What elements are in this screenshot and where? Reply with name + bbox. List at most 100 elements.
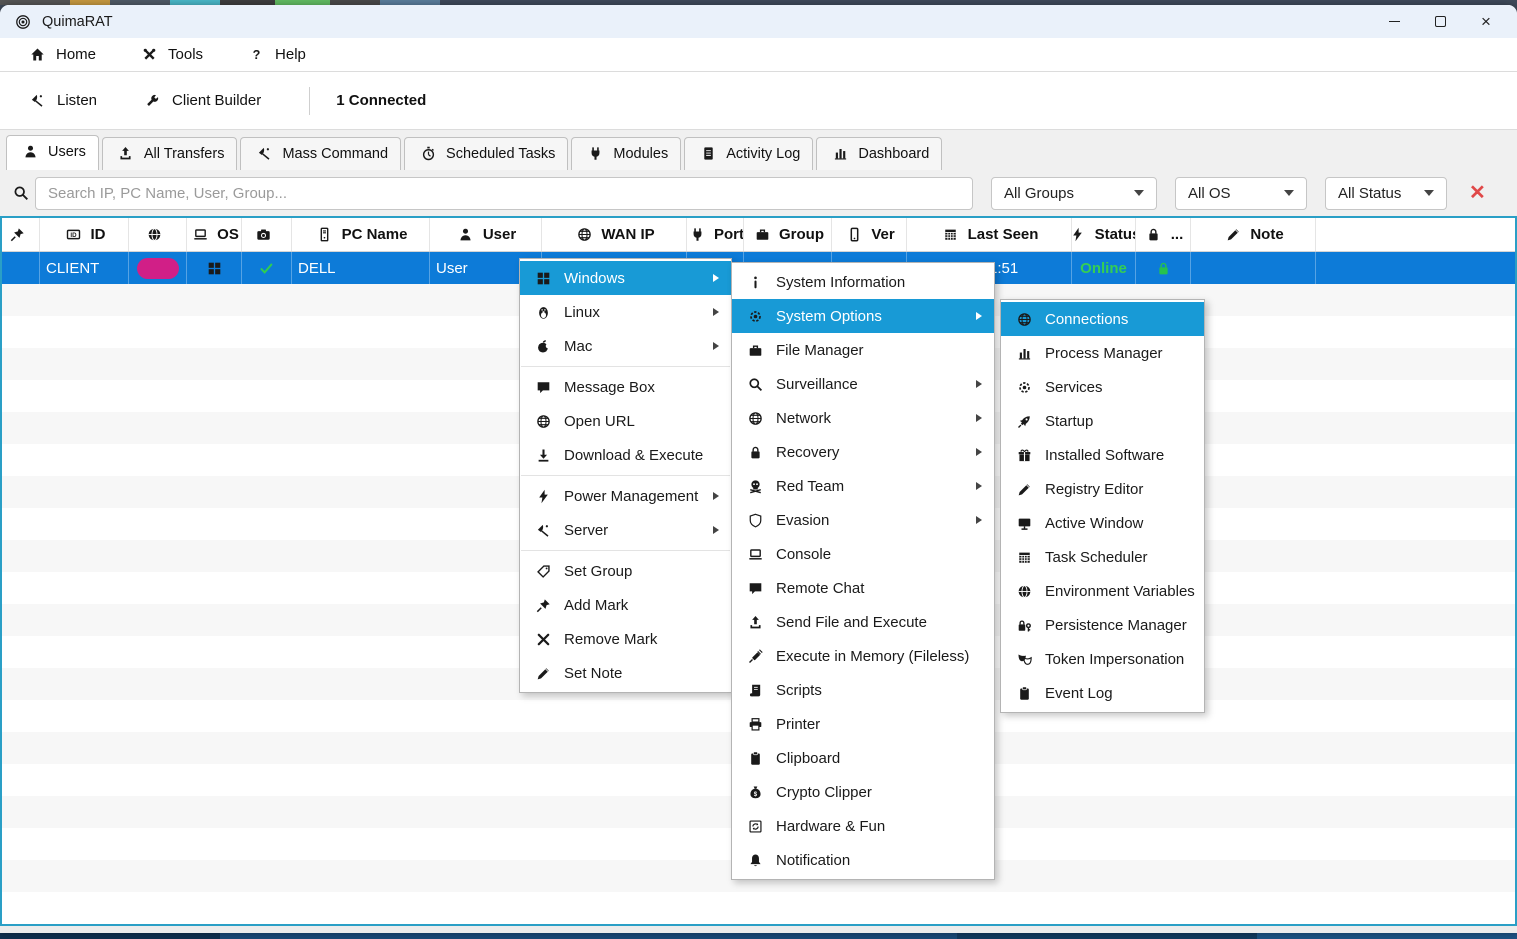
globe-icon — [744, 411, 766, 426]
bars-icon — [829, 146, 851, 161]
tab-mass-command[interactable]: Mass Command — [240, 137, 401, 170]
menu-item-system-options[interactable]: System Options — [732, 299, 994, 333]
clear-filters-button[interactable]: ✕ — [1469, 183, 1486, 203]
menu-item-server[interactable]: Server — [520, 513, 731, 547]
menu-item-linux[interactable]: Linux — [520, 295, 731, 329]
search-input[interactable] — [35, 177, 973, 210]
menu-item-persistence-manager[interactable]: Persistence Manager — [1001, 608, 1204, 642]
menu-item-installed-software[interactable]: Installed Software — [1001, 438, 1204, 472]
menubar-item-home[interactable]: Home — [26, 46, 96, 63]
toolbar-button-client-builder[interactable]: Client Builder — [141, 92, 261, 109]
tab-all-transfers[interactable]: All Transfers — [102, 137, 238, 170]
menu-item-network[interactable]: Network — [732, 401, 994, 435]
menu-item-crypto-clipper[interactable]: $ Crypto Clipper — [732, 775, 994, 809]
menu-item-label: Active Window — [1045, 515, 1143, 532]
column-header-user[interactable]: User — [430, 218, 542, 251]
column-header-label: Group — [779, 226, 824, 243]
close-button[interactable]: × — [1463, 7, 1509, 37]
menu-item-power-management[interactable]: Power Management — [520, 479, 731, 513]
minimize-icon — [1389, 21, 1400, 22]
menu-item-printer[interactable]: Printer — [732, 707, 994, 741]
lock-icon — [1143, 227, 1165, 242]
lock-icon — [1152, 261, 1174, 276]
menu-item-environment-variables[interactable]: Environment Variables — [1001, 574, 1204, 608]
menu-item-set-group[interactable]: Set Group — [520, 554, 731, 588]
menubar-item-help[interactable]: ? Help — [245, 46, 306, 63]
column-header-status[interactable]: Status — [1072, 218, 1136, 251]
tab-modules[interactable]: Modules — [571, 137, 681, 170]
notedoc-icon — [697, 146, 719, 161]
maximize-button[interactable] — [1417, 7, 1463, 37]
column-header-globefill[interactable] — [129, 218, 187, 251]
column-header-pin[interactable] — [2, 218, 40, 251]
chat-icon — [744, 581, 766, 596]
title-bar[interactable]: QuimaRAT × — [0, 5, 1517, 38]
menu-item-file-manager[interactable]: File Manager — [732, 333, 994, 367]
menu-item-task-scheduler[interactable]: Task Scheduler — [1001, 540, 1204, 574]
menu-item-download-execute[interactable]: Download & Execute — [520, 438, 731, 472]
menu-item-set-note[interactable]: Set Note — [520, 656, 731, 690]
column-header-camera[interactable] — [242, 218, 292, 251]
menu-item-add-mark[interactable]: Add Mark — [520, 588, 731, 622]
menubar-item-tools[interactable]: Tools — [138, 46, 203, 63]
column-header-wan-ip[interactable]: WAN IP — [542, 218, 687, 251]
menu-item-recovery[interactable]: Recovery — [732, 435, 994, 469]
status-filter-dropdown[interactable]: All Status — [1325, 177, 1447, 210]
menu-item-process-manager[interactable]: Process Manager — [1001, 336, 1204, 370]
menu-item-services[interactable]: Services — [1001, 370, 1204, 404]
menu-item-windows[interactable]: Windows — [520, 261, 731, 295]
menu-item-console[interactable]: Console — [732, 537, 994, 571]
column-header-os[interactable]: OS — [187, 218, 242, 251]
gear-icon — [1013, 380, 1035, 395]
menu-item-event-log[interactable]: Event Log — [1001, 676, 1204, 710]
menu-item-label: Installed Software — [1045, 447, 1164, 464]
column-header-port[interactable]: Port — [687, 218, 744, 251]
tab-scheduled-tasks[interactable]: Scheduled Tasks — [404, 137, 568, 170]
menu-item-message-box[interactable]: Message Box — [520, 370, 731, 404]
row-filler-cell — [1316, 252, 1515, 284]
menu-item-system-information[interactable]: System Information — [732, 265, 994, 299]
filter-row: All Groups All OS All Status ✕ — [0, 170, 1517, 216]
minimize-button[interactable] — [1371, 7, 1417, 37]
column-header[interactable] — [1316, 218, 1515, 251]
tab-users[interactable]: Users — [6, 135, 99, 170]
menu-item-label: Linux — [564, 304, 600, 321]
menu-item-execute-in-memory-fileless[interactable]: Execute in Memory (Fileless) — [732, 639, 994, 673]
menu-item-surveillance[interactable]: Surveillance — [732, 367, 994, 401]
column-header-last-seen[interactable]: Last Seen — [907, 218, 1072, 251]
menu-item-connections[interactable]: Connections — [1001, 302, 1204, 336]
menu-item-mac[interactable]: Mac — [520, 329, 731, 363]
toolbar-button-listen[interactable]: Listen — [26, 92, 97, 109]
column-header-group[interactable]: Group — [744, 218, 832, 251]
column-header-pc-name[interactable]: PC Name — [292, 218, 430, 251]
menu-item-remote-chat[interactable]: Remote Chat — [732, 571, 994, 605]
tab-dashboard[interactable]: Dashboard — [816, 137, 942, 170]
menu-item-label: File Manager — [776, 342, 864, 359]
column-header-note[interactable]: Note — [1191, 218, 1316, 251]
menu-item-registry-editor[interactable]: Registry Editor — [1001, 472, 1204, 506]
menu-item-remove-mark[interactable]: Remove Mark — [520, 622, 731, 656]
menu-item-open-url[interactable]: Open URL — [520, 404, 731, 438]
row-id-cell: CLIENT — [40, 252, 129, 284]
menu-item-evasion[interactable]: Evasion — [732, 503, 994, 537]
menu-item-startup[interactable]: Startup — [1001, 404, 1204, 438]
tab-strip: Users All Transfers Mass Command Schedul… — [0, 130, 1517, 170]
hardware-icon — [744, 819, 766, 834]
menu-item-notification[interactable]: Notification — [732, 843, 994, 877]
menu-item-hardware-fun[interactable]: Hardware & Fun — [732, 809, 994, 843]
status-listening-text: Listening on: 4443 — [293, 931, 407, 934]
menu-item-active-window[interactable]: Active Window — [1001, 506, 1204, 540]
menu-item-clipboard[interactable]: Clipboard — [732, 741, 994, 775]
tab-label: All Transfers — [144, 146, 225, 162]
menu-item-red-team[interactable]: Red Team — [732, 469, 994, 503]
os-filter-dropdown[interactable]: All OS — [1175, 177, 1307, 210]
groups-filter-dropdown[interactable]: All Groups — [991, 177, 1157, 210]
column-header-id[interactable]: ID ID — [40, 218, 129, 251]
menu-item-scripts[interactable]: Scripts — [732, 673, 994, 707]
menu-item-send-file-and-execute[interactable]: Send File and Execute — [732, 605, 994, 639]
plug-icon — [687, 227, 708, 242]
column-header-[interactable]: ... — [1136, 218, 1191, 251]
column-header-ver[interactable]: Ver — [832, 218, 907, 251]
tab-activity-log[interactable]: Activity Log — [684, 137, 813, 170]
menu-item-token-impersonation[interactable]: Token Impersonation — [1001, 642, 1204, 676]
